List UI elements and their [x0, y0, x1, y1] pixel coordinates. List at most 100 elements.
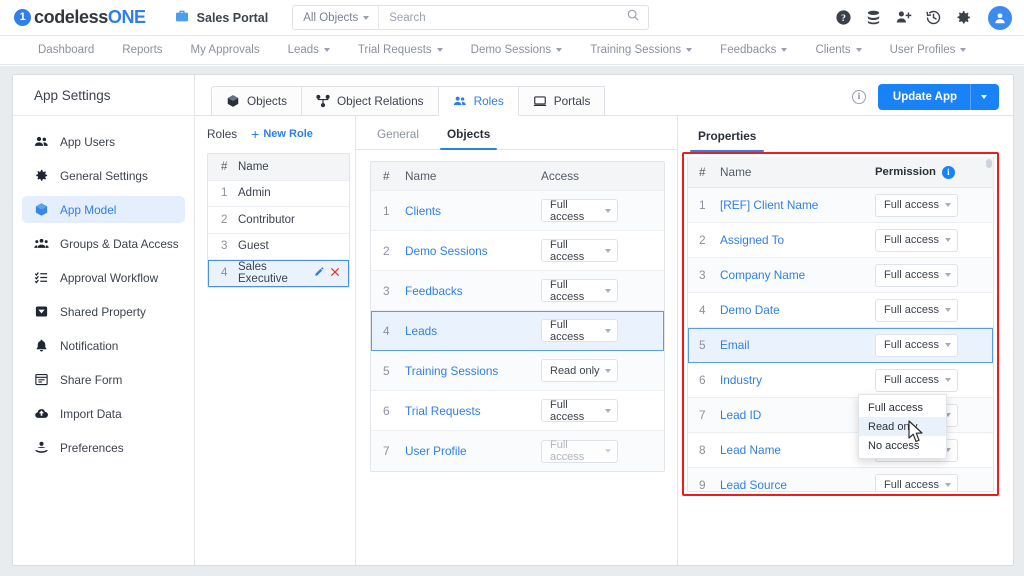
table-row[interactable]: 7 Lead ID Full access: [688, 398, 993, 433]
sidebar-item-app-model[interactable]: App Model: [22, 196, 185, 223]
access-dropdown[interactable]: Full access: [541, 239, 618, 263]
property-name-link[interactable]: Email: [720, 338, 875, 352]
property-name-link[interactable]: Industry: [720, 373, 875, 387]
help-icon[interactable]: ?: [835, 9, 852, 26]
table-row[interactable]: 6 Trial Requests Full access: [371, 391, 664, 431]
permission-dropdown[interactable]: Full access: [875, 228, 958, 252]
permission-dropdown[interactable]: Full access: [875, 263, 958, 287]
permission-dropdown[interactable]: Full access: [875, 368, 958, 392]
sidebar-item-preferences[interactable]: Preferences: [22, 434, 185, 461]
history-icon[interactable]: [925, 9, 942, 26]
table-row-selected[interactable]: 5 Email Full access: [688, 328, 993, 363]
table-row-selected[interactable]: 4 Sales Executive: [208, 260, 349, 287]
object-name-link[interactable]: Leads: [405, 324, 541, 338]
property-name-link[interactable]: Lead Source: [720, 478, 875, 491]
table-row[interactable]: 1 Admin: [208, 181, 349, 207]
update-app-dropdown[interactable]: [971, 95, 997, 99]
table-row[interactable]: 5 Training Sessions Read only: [371, 351, 664, 391]
nav-item-my-approvals[interactable]: My Approvals: [177, 36, 274, 64]
new-role-button[interactable]: + New Role: [251, 127, 313, 141]
nav-item-leads[interactable]: Leads: [274, 36, 344, 64]
table-row[interactable]: 3 Company Name Full access: [688, 258, 993, 293]
access-dropdown[interactable]: Full access: [541, 399, 618, 423]
table-row[interactable]: 3 Guest: [208, 234, 349, 260]
portal-selector[interactable]: Sales Portal: [174, 8, 268, 27]
subtab-general[interactable]: General: [370, 127, 426, 149]
tab-portals[interactable]: Portals: [517, 86, 606, 115]
access-dropdown[interactable]: Full access: [541, 279, 618, 303]
permission-dropdown[interactable]: Full access: [875, 193, 958, 217]
permission-dropdown-open[interactable]: Full access: [875, 333, 958, 357]
permission-dropdown[interactable]: Full access: [875, 298, 958, 322]
table-row[interactable]: 9 Lead Source Full access: [688, 468, 993, 491]
menu-item-no-access[interactable]: No access: [859, 436, 946, 455]
menu-item-read-only[interactable]: Read only: [859, 417, 946, 436]
info-icon[interactable]: i: [851, 90, 866, 104]
nav-item-clients[interactable]: Clients: [801, 36, 875, 64]
object-name-link[interactable]: Feedbacks: [405, 284, 541, 298]
table-row[interactable]: 2 Demo Sessions Full access: [371, 231, 664, 271]
tab-objects[interactable]: Objects: [211, 86, 302, 115]
nav-item-reports[interactable]: Reports: [108, 36, 176, 64]
table-row[interactable]: 8 Lead Name Full access: [688, 433, 993, 468]
sidebar-item-shared-property[interactable]: Shared Property: [22, 298, 185, 325]
update-app-button[interactable]: Update App: [877, 84, 999, 110]
search-icon[interactable]: [626, 8, 640, 27]
table-row[interactable]: 2 Contributor: [208, 207, 349, 234]
chevron-down-icon: [605, 208, 611, 213]
property-name-link[interactable]: Company Name: [720, 268, 875, 282]
pencil-icon[interactable]: [314, 266, 325, 280]
database-icon[interactable]: [865, 9, 882, 26]
nav-item-trial-requests[interactable]: Trial Requests: [344, 36, 457, 64]
nav-item-training-sessions[interactable]: Training Sessions: [576, 36, 706, 64]
sidebar-item-import-data[interactable]: Import Data: [22, 400, 185, 427]
sidebar-item-approval-workflow[interactable]: Approval Workflow: [22, 264, 185, 291]
table-row[interactable]: 3 Feedbacks Full access: [371, 271, 664, 311]
subtab-objects[interactable]: Objects: [439, 127, 498, 150]
sidebar-item-app-users[interactable]: App Users: [22, 128, 185, 155]
access-dropdown[interactable]: Full access: [541, 199, 618, 223]
scrollbar-thumb[interactable]: [986, 159, 992, 168]
table-row[interactable]: 4 Demo Date Full access: [688, 293, 993, 328]
object-name-link[interactable]: User Profile: [405, 444, 541, 458]
nav-item-dashboard[interactable]: Dashboard: [24, 36, 108, 64]
add-user-icon[interactable]: [895, 9, 912, 26]
property-name-link[interactable]: [REF] Client Name: [720, 198, 875, 212]
object-name-link[interactable]: Demo Sessions: [405, 244, 541, 258]
menu-item-full-access[interactable]: Full access: [859, 398, 946, 417]
object-name-link[interactable]: Trial Requests: [405, 404, 541, 418]
table-row-selected[interactable]: 4 Leads Full access: [371, 311, 664, 351]
table-row[interactable]: 7 User Profile Full access: [371, 431, 664, 471]
table-row[interactable]: 1 [REF] Client Name Full access: [688, 188, 993, 223]
table-row[interactable]: 6 Industry Full access: [688, 363, 993, 398]
property-name-link[interactable]: Assigned To: [720, 233, 875, 247]
sidebar-item-groups-data-access[interactable]: Groups & Data Access: [22, 230, 185, 257]
nav-item-user-profiles[interactable]: User Profiles: [876, 36, 981, 64]
object-filter-dropdown[interactable]: All Objects: [293, 6, 380, 29]
nav-item-demo-sessions[interactable]: Demo Sessions: [457, 36, 577, 64]
access-dropdown[interactable]: Read only: [541, 359, 618, 382]
table-row[interactable]: 2 Assigned To Full access: [688, 223, 993, 258]
sidebar-item-notification[interactable]: Notification: [22, 332, 185, 359]
access-dropdown[interactable]: Full access: [541, 319, 618, 343]
object-name-link[interactable]: Clients: [405, 204, 541, 218]
sidebar-item-general-settings[interactable]: General Settings: [22, 162, 185, 189]
info-icon[interactable]: i: [941, 165, 955, 179]
avatar[interactable]: [988, 5, 1012, 30]
nav-item-feedbacks[interactable]: Feedbacks: [706, 36, 801, 64]
gear-icon[interactable]: [955, 9, 972, 26]
tab-object-relations[interactable]: Object Relations: [301, 86, 439, 115]
property-name-link[interactable]: Lead Name: [720, 443, 875, 457]
tab-properties[interactable]: Properties: [690, 129, 765, 152]
table-row[interactable]: 1 Clients Full access: [371, 191, 664, 231]
property-name-link[interactable]: Lead ID: [720, 408, 875, 422]
property-name-link[interactable]: Demo Date: [720, 303, 875, 317]
sidebar-item-share-form[interactable]: Share Form: [22, 366, 185, 393]
tab-roles[interactable]: Roles: [437, 86, 519, 116]
app-logo[interactable]: 1 codeless ONE: [14, 7, 146, 28]
close-icon[interactable]: [330, 267, 340, 280]
search-input[interactable]: [389, 11, 627, 24]
new-role-label: New Role: [263, 128, 313, 140]
object-name-link[interactable]: Training Sessions: [405, 364, 541, 378]
permission-dropdown[interactable]: Full access: [875, 473, 958, 491]
